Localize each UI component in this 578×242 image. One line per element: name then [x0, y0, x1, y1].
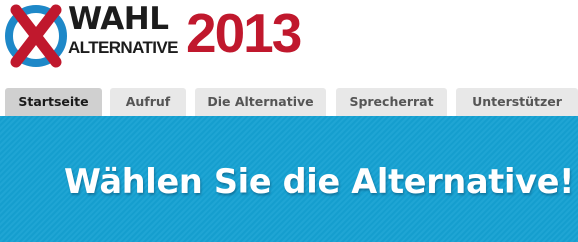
- logo-wordmark-alternative: ALTERNATIVE: [68, 38, 178, 57]
- hero-heading: Wählen Sie die Alternative!: [64, 162, 575, 201]
- ballot-cross-icon: [5, 4, 67, 68]
- main-navigation: Startseite Aufruf Die Alternative Sprech…: [0, 88, 578, 116]
- tab-startseite[interactable]: Startseite: [5, 88, 102, 116]
- tab-sprecherrat[interactable]: Sprecherrat: [336, 88, 447, 116]
- site-logo-link[interactable]: WAHL ALTERNATIVE 2013: [0, 0, 310, 75]
- logo-wordmark-wahl: WAHL: [68, 1, 169, 37]
- tab-aufruf[interactable]: Aufruf: [110, 88, 186, 116]
- logo-year: 2013: [186, 2, 302, 64]
- tab-unterstuetzer[interactable]: Unterstützer: [456, 88, 578, 116]
- tab-die-alternative[interactable]: Die Alternative: [195, 88, 326, 116]
- hero-banner: Wählen Sie die Alternative!: [0, 116, 578, 242]
